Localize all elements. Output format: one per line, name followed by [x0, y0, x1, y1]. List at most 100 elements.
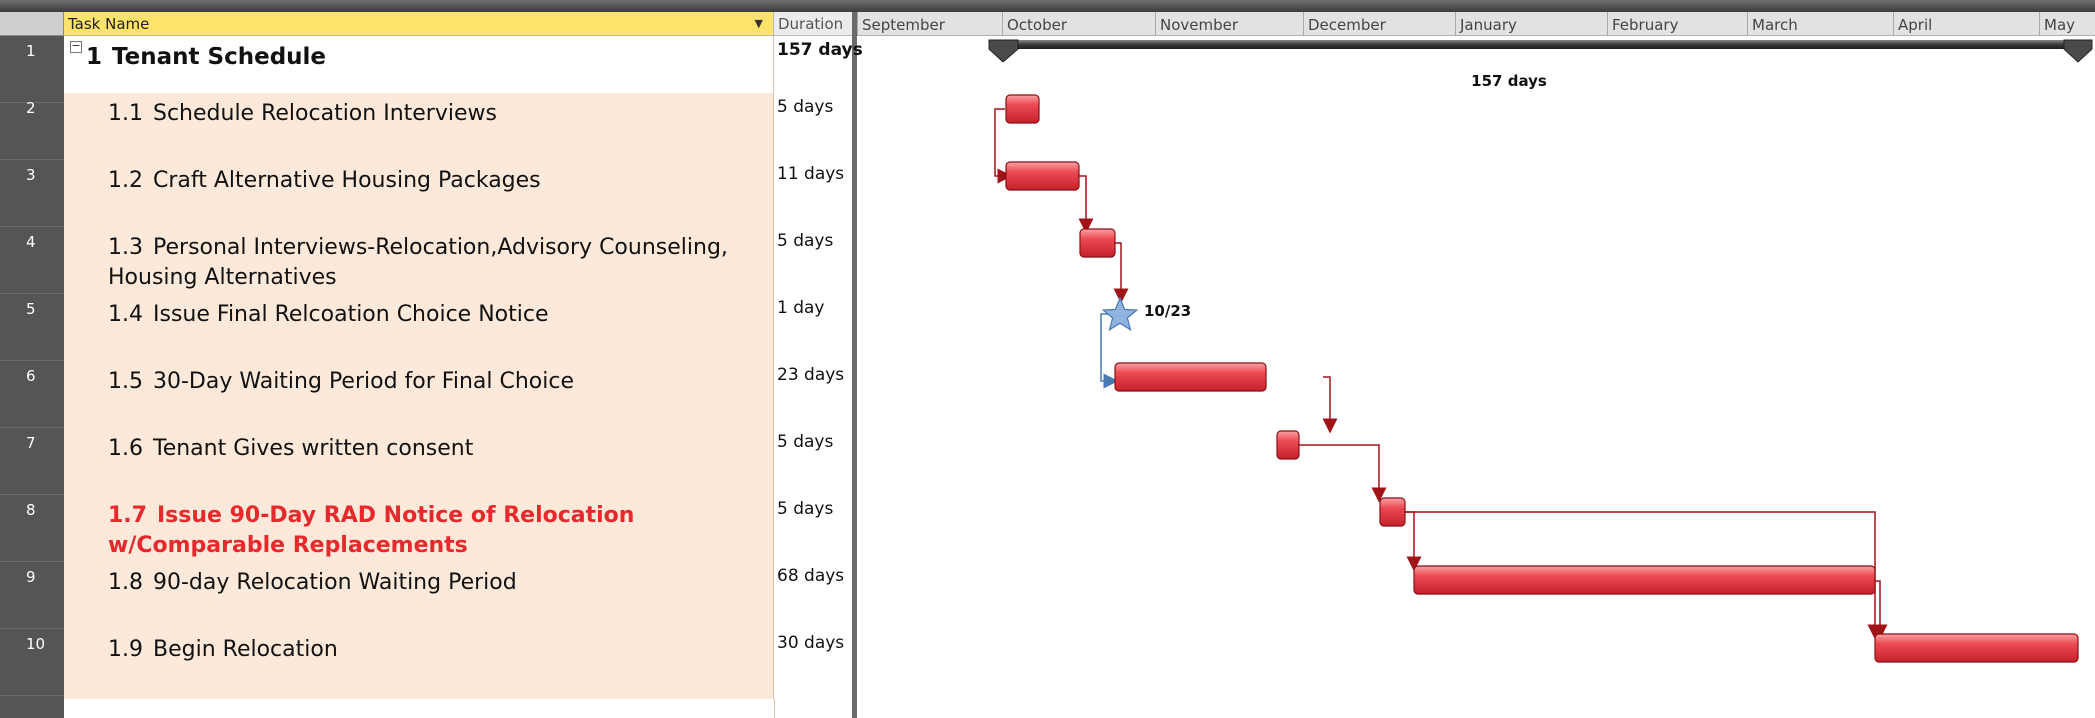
task-name-cell[interactable]: 1.4 Issue Final Relcoation Choice Notice	[64, 294, 774, 361]
task-name-cell[interactable]: 1.5 30-Day Waiting Period for Final Choic…	[64, 361, 774, 428]
task-name-cell[interactable]: − 1 Tenant Schedule	[64, 36, 774, 93]
task-name-text: Begin Relocation	[153, 637, 338, 662]
empty-row[interactable]	[64, 699, 852, 718]
task-bar-1-8[interactable]	[1413, 565, 1876, 595]
link-1-2-to-1-3	[1078, 175, 1094, 234]
link-1-6-to-1-7	[1299, 444, 1387, 503]
task-name-header-label: Task Name	[68, 15, 150, 33]
task-id: 1	[86, 44, 103, 70]
row-number[interactable]: 4	[0, 227, 64, 294]
task-name-cell[interactable]: 1.6 Tenant Gives written consent	[64, 428, 774, 495]
link-1-7-to-1-8	[1405, 511, 1422, 572]
task-name-text: Craft Alternative Housing Packages	[153, 168, 541, 193]
task-duration-cell[interactable]: 68 days	[774, 562, 852, 629]
task-name-cell[interactable]: 1.9 Begin Relocation	[64, 629, 774, 699]
task-name: 1.4 Issue Final Relcoation Choice Notice	[108, 300, 748, 330]
task-bar-1-5[interactable]	[1114, 362, 1267, 392]
task-bar-1-1[interactable]	[1005, 94, 1040, 124]
task-duration-cell[interactable]: 5 days	[774, 227, 852, 294]
task-duration-cell[interactable]: 23 days	[774, 361, 852, 428]
timescale-month: May	[2039, 12, 2095, 36]
task-row-critical[interactable]: 1.7 Issue 90-Day RAD Notice of Relocation…	[64, 495, 852, 562]
task-row[interactable]: 1.2 Craft Alternative Housing Packages 11…	[64, 160, 852, 227]
gantt-chart: 157 days 10/23	[857, 36, 2095, 718]
summary-bar[interactable]	[988, 39, 2093, 63]
row-number[interactable]: 10	[0, 629, 64, 696]
task-id: 1.2	[108, 168, 143, 193]
task-row[interactable]: 1.8 90-day Relocation Waiting Period 68 d…	[64, 562, 852, 629]
task-duration-cell[interactable]: 11 days	[774, 160, 852, 227]
row-number[interactable]: 6	[0, 361, 64, 428]
task-bar-1-9[interactable]	[1874, 633, 2079, 663]
task-name: 1.5 30-Day Waiting Period for Final Choic…	[108, 367, 748, 397]
task-duration-cell[interactable]: 1 day	[774, 294, 852, 361]
row-number[interactable]: 9	[0, 562, 64, 629]
milestone-star-icon[interactable]	[1101, 296, 1139, 332]
column-header-duration[interactable]: Duration	[774, 12, 852, 36]
task-name-cell[interactable]: 1.8 90-day Relocation Waiting Period	[64, 562, 774, 629]
task-row[interactable]: 1.6 Tenant Gives written consent 5 days	[64, 428, 852, 495]
row-number[interactable]: 8	[0, 495, 64, 562]
link-1-3-to-1-4	[1113, 242, 1129, 304]
filter-dropdown-icon[interactable]: ▼	[755, 12, 763, 36]
timescale-month: January	[1455, 12, 1607, 36]
task-name-text: 30-Day Waiting Period for Final Choice	[153, 369, 574, 394]
summary-bar-body[interactable]	[989, 40, 2092, 49]
task-id: 1.8	[108, 570, 143, 595]
task-id: 1.1	[108, 101, 143, 126]
task-row[interactable]: 1.9 Begin Relocation 30 days	[64, 629, 852, 699]
task-name-cell[interactable]: 1.1 Schedule Relocation Interviews	[64, 93, 774, 160]
task-bar-1-6[interactable]	[1276, 430, 1300, 460]
row-number[interactable]: 3	[0, 160, 64, 227]
column-header-task-name[interactable]: Task Name ▼	[64, 12, 774, 36]
row-number[interactable]: 2	[0, 93, 64, 160]
task-name-text: Tenant Gives written consent	[153, 436, 474, 461]
task-name-text: Issue Final Relcoation Choice Notice	[153, 302, 549, 327]
task-id: 1.9	[108, 637, 143, 662]
timescale-month: April	[1893, 12, 2039, 36]
timescale-month: March	[1747, 12, 1893, 36]
task-duration-cell[interactable]: 157 days	[774, 36, 863, 93]
task-row-summary[interactable]: − 1 Tenant Schedule 157 days	[64, 36, 863, 93]
timescale-header: September October November December Janu…	[857, 12, 2095, 36]
timescale-month: November	[1155, 12, 1303, 36]
link-1-1-to-1-2	[994, 108, 1013, 184]
task-bar-1-7[interactable]	[1379, 497, 1406, 527]
task-id: 1.7	[108, 503, 147, 528]
summary-end-cap	[2063, 39, 2093, 63]
timescale-month: October	[1002, 12, 1155, 36]
task-id: 1.5	[108, 369, 143, 394]
task-id: 1.6	[108, 436, 143, 461]
task-name-cell[interactable]: 1.2 Craft Alternative Housing Packages	[64, 160, 774, 227]
task-name: 1.9 Begin Relocation	[108, 635, 748, 665]
task-bar-1-2[interactable]	[1005, 161, 1080, 191]
select-all-corner[interactable]	[0, 12, 64, 36]
timescale-month: September	[857, 12, 1002, 36]
task-name: 1.7 Issue 90-Day RAD Notice of Relocation…	[108, 501, 748, 561]
task-name-text: Personal Interviews-Relocation,Advisory …	[108, 235, 728, 290]
task-name: 1 Tenant Schedule	[86, 42, 726, 72]
row-number[interactable]: 7	[0, 428, 64, 495]
task-name-text: 90-day Relocation Waiting Period	[153, 570, 517, 595]
task-name: 1.8 90-day Relocation Waiting Period	[108, 568, 748, 598]
task-name-cell[interactable]: 1.7 Issue 90-Day RAD Notice of Relocation…	[64, 495, 774, 562]
gantt-svg: 157 days 10/23	[988, 39, 2093, 663]
task-duration-cell[interactable]: 5 days	[774, 93, 852, 160]
row-number[interactable]: 5	[0, 294, 64, 361]
task-id: 1.3	[108, 235, 143, 260]
task-row[interactable]: 1.1 Schedule Relocation Interviews 5 days	[64, 93, 852, 160]
task-duration-cell[interactable]: 5 days	[774, 495, 852, 562]
milestone-date-label: 10/23	[1144, 302, 1191, 320]
task-row[interactable]: 1.3 Personal Interviews-Relocation,Adviso…	[64, 227, 852, 294]
task-name-text: Issue 90-Day RAD Notice of Relocation w/…	[108, 503, 635, 558]
task-bar-1-3[interactable]	[1079, 228, 1116, 258]
task-row[interactable]: 1.5 30-Day Waiting Period for Final Choic…	[64, 361, 852, 428]
task-name-text: Schedule Relocation Interviews	[153, 101, 497, 126]
task-name-cell[interactable]: 1.3 Personal Interviews-Relocation,Adviso…	[64, 227, 774, 294]
task-row[interactable]: 1.4 Issue Final Relcoation Choice Notice …	[64, 294, 852, 361]
task-duration-cell[interactable]: 30 days	[774, 629, 852, 699]
task-name: 1.3 Personal Interviews-Relocation,Adviso…	[108, 233, 748, 293]
collapse-minus-icon[interactable]: −	[70, 40, 82, 53]
summary-duration-label: 157 days	[1471, 72, 1547, 90]
task-duration-cell[interactable]: 5 days	[774, 428, 852, 495]
